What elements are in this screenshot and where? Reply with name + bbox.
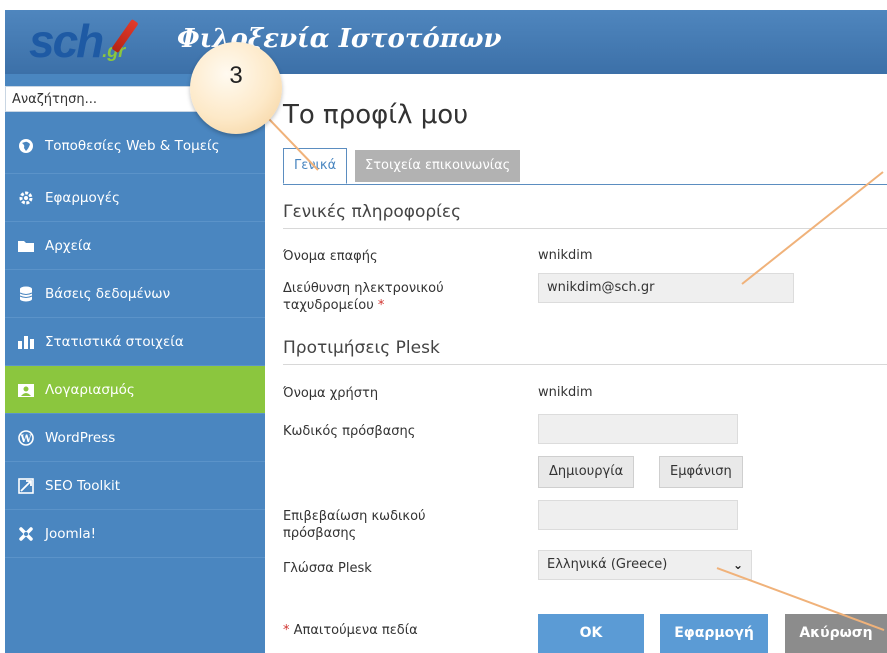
- callout-arrow-tab: [267, 117, 319, 171]
- annotation-arrow-email: [741, 171, 884, 285]
- annotation-arrows: [267, 117, 885, 631]
- annotation-arrow-language: [716, 567, 885, 631]
- callout-number: 3: [229, 62, 243, 89]
